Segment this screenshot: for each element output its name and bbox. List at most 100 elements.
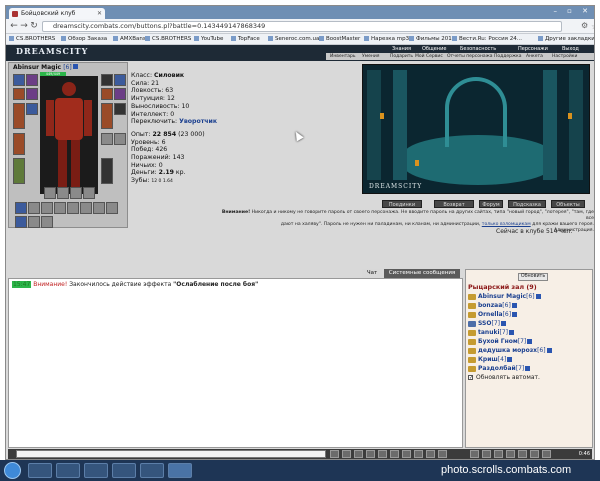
sound-icon[interactable]	[378, 450, 387, 458]
hackers-link[interactable]: только взломщикам	[482, 222, 531, 227]
player-row[interactable]: Abinsur Magic[6]	[468, 292, 541, 301]
clear-icon[interactable]	[354, 450, 363, 458]
character-name[interactable]: Abinsur Magic [6]	[13, 64, 78, 71]
armor-slot-icon[interactable]	[13, 133, 25, 155]
shield-icon[interactable]	[530, 450, 539, 458]
lock-icon[interactable]	[426, 450, 435, 458]
bookmark-item[interactable]: TopFace	[231, 34, 260, 45]
bookmark-item[interactable]: CS.BROTHERS	[9, 34, 55, 45]
sword-icon[interactable]	[518, 450, 527, 458]
gloves-slot-icon[interactable]	[26, 103, 38, 115]
bookmark-item[interactable]: Нарезка mp3	[364, 34, 409, 45]
tab-chat[interactable]: Чат	[362, 269, 382, 278]
bookmark-star-icon[interactable]: ☆	[591, 22, 594, 31]
taskbar-app-icon[interactable]	[140, 463, 164, 478]
mail-icon[interactable]	[482, 450, 491, 458]
objects-button[interactable]: Объекты	[551, 200, 585, 208]
translit-icon[interactable]	[390, 450, 399, 458]
submenu-item[interactable]: Настройки	[552, 53, 577, 60]
player-row[interactable]: Раздолбай[7]	[468, 364, 531, 373]
users-icon[interactable]	[470, 450, 479, 458]
player-row[interactable]: bonzaa[6]	[468, 301, 517, 310]
submenu-item[interactable]: Инвентарь	[330, 53, 356, 60]
reload-icon[interactable]: ↻	[29, 21, 39, 31]
empty-slot-icon[interactable]	[101, 133, 113, 145]
player-row[interactable]: Ornella[6]	[468, 310, 518, 319]
spell-slot-icon[interactable]	[15, 202, 27, 214]
hint-button[interactable]: Подсказка	[508, 200, 546, 208]
taskbar-app-icon[interactable]	[56, 463, 80, 478]
spell-slot-icon[interactable]	[41, 216, 53, 228]
player-row[interactable]: Криш[4]	[468, 355, 513, 364]
menu-item[interactable]: Знания	[392, 46, 411, 52]
menu-item[interactable]: Общение	[422, 46, 446, 52]
info-icon[interactable]	[525, 366, 531, 371]
filter-icon[interactable]	[366, 450, 375, 458]
ring3-slot-icon[interactable]	[101, 88, 113, 100]
spell-slot-icon[interactable]	[28, 216, 40, 228]
submenu-item[interactable]: Умения	[362, 53, 379, 60]
submenu-item[interactable]: Отчеты персонажа	[447, 53, 493, 60]
boots-slot-icon[interactable]	[101, 158, 113, 184]
send-icon[interactable]	[330, 450, 339, 458]
spell-slot-icon[interactable]	[15, 216, 27, 228]
menu-item[interactable]: Выход	[562, 46, 579, 52]
taskbar-browser-icon[interactable]	[168, 463, 192, 478]
pocket-slot-icon[interactable]	[57, 187, 69, 199]
taskbar-app-icon[interactable]	[28, 463, 52, 478]
info-icon[interactable]	[72, 64, 78, 69]
player-row[interactable]: SSO[7]	[468, 319, 506, 328]
submenu-item[interactable]: Поддержка	[494, 53, 522, 60]
switch-link[interactable]: Уворотчик	[179, 118, 217, 125]
back-icon[interactable]: ←	[9, 21, 19, 31]
address-bar[interactable]: dreamscity.combats.com/buttons.pl?battle…	[42, 21, 594, 32]
pocket-slot-icon[interactable]	[44, 187, 56, 199]
chat-input[interactable]	[16, 450, 326, 458]
info-icon[interactable]	[546, 348, 552, 353]
spell-slot-icon[interactable]	[93, 202, 105, 214]
bookmark-item[interactable]: Seneroc.com.ua	[268, 34, 319, 45]
forum-button[interactable]: Форум	[479, 200, 503, 208]
menu-item[interactable]: Персонажи	[518, 46, 548, 52]
map-icon[interactable]	[494, 450, 503, 458]
settings-icon[interactable]	[402, 450, 411, 458]
return-button[interactable]: Возврат	[434, 200, 474, 208]
taskbar-app-icon[interactable]	[84, 463, 108, 478]
bookmark-item[interactable]: Вести.Ru: Россия 24...	[452, 34, 522, 45]
wrench-icon[interactable]: ⚙	[581, 21, 588, 30]
info-icon[interactable]	[509, 330, 515, 335]
bookmark-item[interactable]: BoostMaster	[319, 34, 360, 45]
window-controls[interactable]: – ▫ ✕	[553, 7, 592, 15]
pocket-slot-icon[interactable]	[70, 187, 82, 199]
book-icon[interactable]	[506, 450, 515, 458]
amulet-slot-icon[interactable]	[13, 88, 25, 100]
bracer-slot-icon[interactable]	[101, 74, 113, 86]
submenu-item[interactable]: Мой Сервис	[415, 53, 443, 60]
helmet-slot-icon[interactable]	[13, 74, 25, 86]
info-icon[interactable]	[414, 450, 423, 458]
forward-icon[interactable]: →	[19, 21, 29, 31]
clock-icon[interactable]	[542, 450, 551, 458]
submenu-item[interactable]: Подарить	[390, 53, 413, 60]
bookmark-item[interactable]: CS.BROTHERS	[145, 34, 191, 45]
submenu-item[interactable]: Анкета	[526, 53, 543, 60]
player-row[interactable]: Бухой Гном[7]	[468, 337, 533, 346]
duels-button[interactable]: Поединки	[382, 200, 422, 208]
smile-icon[interactable]	[342, 450, 351, 458]
refresh-button[interactable]: Обновить	[518, 273, 548, 281]
info-icon[interactable]	[511, 303, 517, 308]
ring4-slot-icon[interactable]	[114, 88, 126, 100]
spell-slot-icon[interactable]	[67, 202, 79, 214]
bookmark-item[interactable]: YouTube	[194, 34, 223, 45]
pocket-slot-icon[interactable]	[83, 187, 95, 199]
ring2-slot-icon[interactable]	[114, 74, 126, 86]
start-button-icon[interactable]	[4, 462, 21, 479]
spell-slot-icon[interactable]	[54, 202, 66, 214]
spell-slot-icon[interactable]	[80, 202, 92, 214]
spell-slot-icon[interactable]	[106, 202, 118, 214]
chat-window[interactable]: 15:47 Внимание! Закончилось действие эфф…	[8, 278, 463, 448]
info-icon[interactable]	[512, 312, 518, 317]
leggings-slot-icon[interactable]	[114, 103, 126, 115]
belt-slot-icon[interactable]	[13, 158, 25, 184]
info-icon[interactable]	[527, 339, 533, 344]
